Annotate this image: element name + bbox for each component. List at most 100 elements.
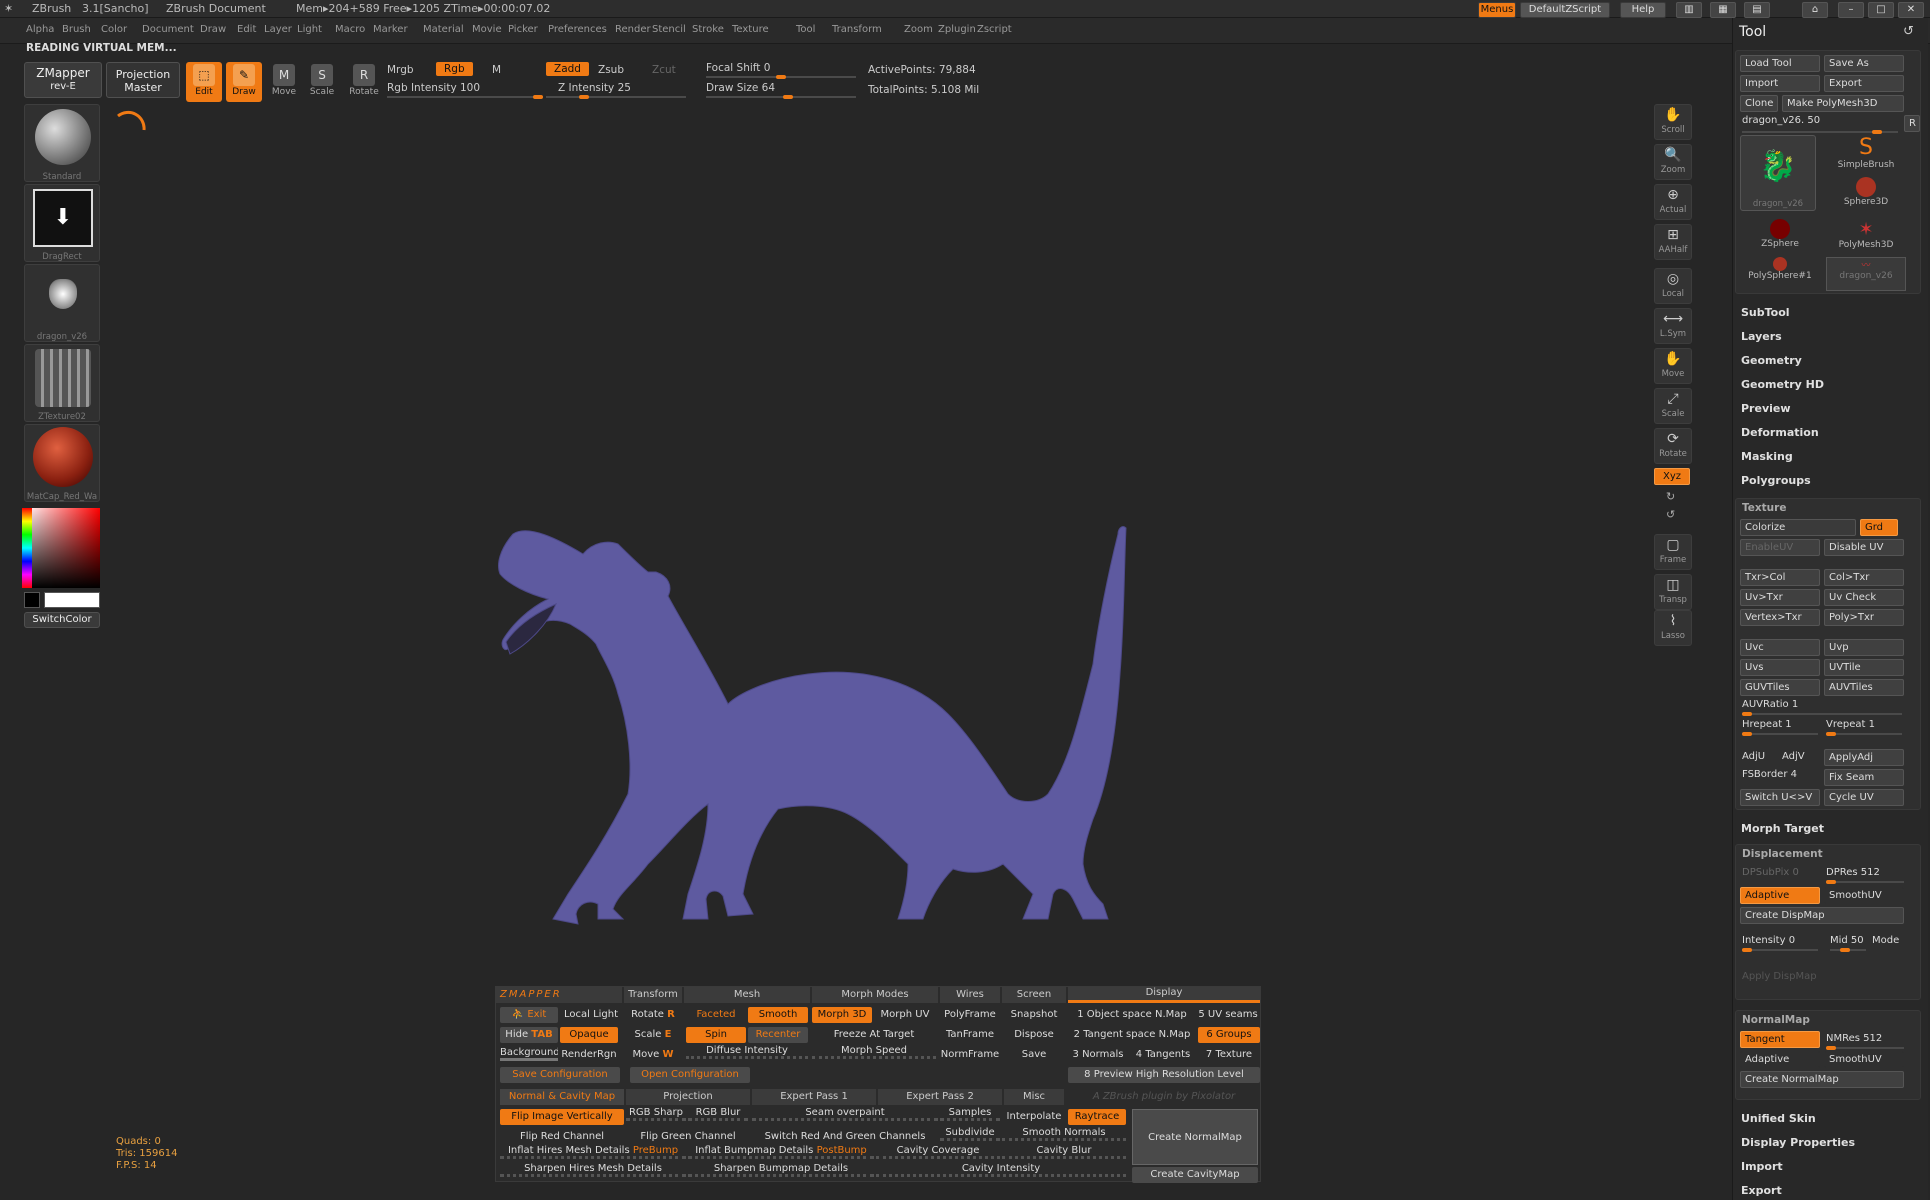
menu-layer[interactable]: Layer	[264, 24, 292, 35]
zm-groups[interactable]: 6 Groups	[1198, 1027, 1260, 1043]
view-scale-button[interactable]: ⤢ Scale	[1654, 388, 1692, 424]
lock-icon[interactable]: ⌂	[1802, 2, 1828, 18]
vrepeat-slider[interactable]	[1826, 732, 1902, 736]
view-actual-button[interactable]: ⊕ Actual	[1654, 184, 1692, 220]
zm-smooth-normals[interactable]: Smooth Normals	[1002, 1125, 1126, 1141]
poly-txr-button[interactable]: Poly>Txr	[1824, 609, 1904, 626]
minimize-icon[interactable]: –	[1838, 2, 1864, 18]
cycle-uv-button[interactable]: Cycle UV	[1824, 789, 1904, 806]
menu-alpha[interactable]: Alpha	[26, 24, 54, 35]
rgb-intensity-slider[interactable]	[387, 95, 543, 99]
section-layers[interactable]: Layers	[1741, 330, 1782, 343]
view-scroll-button[interactable]: ✋ Scroll	[1654, 104, 1692, 140]
draw-size-slider[interactable]	[706, 95, 856, 99]
menu-preferences[interactable]: Preferences	[548, 24, 607, 35]
r-button[interactable]: R	[1904, 115, 1920, 132]
menu-edit[interactable]: Edit	[237, 24, 256, 35]
zm-rgb-sharp[interactable]: RGB Sharp	[626, 1105, 686, 1121]
menu-document[interactable]: Document	[142, 24, 194, 35]
zm-open-config[interactable]: Open Configuration	[630, 1067, 750, 1083]
disp-mid-slider[interactable]	[1830, 948, 1866, 952]
edit-button[interactable]: ⬚ Edit	[186, 62, 222, 102]
material-thumbnail[interactable]: MatCap_Red_Wa	[24, 424, 100, 502]
rotate-y-icon[interactable]: ↻	[1666, 490, 1675, 503]
zm-move[interactable]: Move W	[624, 1047, 682, 1063]
import-tool-button[interactable]: Import	[1740, 75, 1820, 92]
create-dispmap-button[interactable]: Create DispMap	[1740, 907, 1904, 924]
zm-snapshot[interactable]: Snapshot	[1002, 1007, 1066, 1023]
adjv-label[interactable]: AdjV	[1782, 751, 1805, 762]
zm-tab-mesh[interactable]: Mesh	[684, 987, 810, 1003]
zm-texture[interactable]: 7 Texture	[1198, 1047, 1260, 1063]
section-polygroups[interactable]: Polygroups	[1741, 474, 1811, 487]
section-deformation[interactable]: Deformation	[1741, 426, 1819, 439]
zm-cavity-blur[interactable]: Cavity Blur	[1002, 1143, 1126, 1159]
zm-morph-uv[interactable]: Morph UV	[874, 1007, 936, 1023]
uv-txr-button[interactable]: Uv>Txr	[1740, 589, 1820, 606]
menu-zoom[interactable]: Zoom	[904, 24, 933, 35]
clone-button[interactable]: Clone	[1740, 95, 1778, 112]
zm-recenter[interactable]: Recenter	[748, 1027, 808, 1043]
uvtile-button[interactable]: UVTile	[1824, 659, 1904, 676]
zm-cavity-intensity[interactable]: Cavity Intensity	[876, 1161, 1126, 1177]
zadd-button[interactable]: Zadd	[546, 62, 589, 76]
menus-button[interactable]: Menus	[1478, 2, 1516, 18]
zm-sharpen-bumpmap[interactable]: Sharpen Bumpmap Details	[688, 1161, 874, 1177]
texture-title[interactable]: Texture	[1742, 502, 1786, 514]
disableuv-button[interactable]: Disable UV	[1824, 539, 1904, 556]
rotate-z-icon[interactable]: ↺	[1666, 508, 1675, 521]
menu-zscript[interactable]: Zscript	[977, 24, 1012, 35]
menu-stencil[interactable]: Stencil	[652, 24, 686, 35]
section-geometry[interactable]: Geometry	[1741, 354, 1802, 367]
zmapper-button[interactable]: ZMapper rev-E	[24, 62, 102, 98]
menu-texture[interactable]: Texture	[732, 24, 769, 35]
zm-rotate[interactable]: Rotate R	[624, 1007, 682, 1023]
menu-draw[interactable]: Draw	[200, 24, 226, 35]
zm-sharpen-hires[interactable]: Sharpen Hires Mesh Details	[500, 1161, 686, 1177]
zm-create-normalmap[interactable]: Create NormalMap	[1132, 1109, 1258, 1165]
auvtiles-button[interactable]: AUVTiles	[1824, 679, 1904, 696]
auvratio-slider[interactable]	[1742, 712, 1902, 716]
save-as-button[interactable]: Save As	[1824, 55, 1904, 72]
zm-local-light[interactable]: Local Light	[560, 1007, 622, 1023]
grd-button[interactable]: Grd	[1860, 519, 1898, 536]
rotate-button[interactable]: R Rotate	[346, 62, 382, 102]
zm-tab-transform[interactable]: Transform	[624, 987, 682, 1003]
zm-samples[interactable]: Samples	[940, 1105, 1000, 1121]
zm-subdivide[interactable]: Subdivide	[940, 1125, 1000, 1141]
applyadj-button[interactable]: ApplyAdj	[1824, 749, 1904, 766]
sphere3d-thumb[interactable]: Sphere3D	[1826, 177, 1906, 207]
view-frame-button[interactable]: ▢ Frame	[1654, 534, 1692, 570]
disp-mode-button[interactable]: Mode	[1872, 935, 1899, 946]
vertex-txr-button[interactable]: Vertex>Txr	[1740, 609, 1820, 626]
alpha-thumbnail[interactable]: dragon_v26	[24, 264, 100, 342]
menu-picker[interactable]: Picker	[508, 24, 538, 35]
primary-color-swatch[interactable]	[44, 592, 100, 608]
menu-color[interactable]: Color	[101, 24, 127, 35]
menu-stroke[interactable]: Stroke	[692, 24, 724, 35]
create-normalmap-button[interactable]: Create NormalMap	[1740, 1071, 1904, 1088]
dpres-slider[interactable]	[1826, 880, 1904, 884]
zm-rgb-blur[interactable]: RGB Blur	[688, 1105, 748, 1121]
texture-thumbnail[interactable]: ZTexture02	[24, 344, 100, 422]
zm-tab-morph-modes[interactable]: Morph Modes	[812, 987, 938, 1003]
secondary-color-swatch[interactable]	[24, 592, 40, 608]
disp-adaptive-button[interactable]: Adaptive	[1740, 887, 1820, 904]
uvp-button[interactable]: Uvp	[1824, 639, 1904, 656]
zm-uv-seams[interactable]: 5 UV seams	[1196, 1007, 1260, 1023]
draw-button[interactable]: ✎ Draw	[226, 62, 262, 102]
guvtiles-button[interactable]: GUVTiles	[1740, 679, 1820, 696]
dragon-small-thumb[interactable]: 〰 dragon_v26	[1826, 257, 1906, 291]
default-zscript-button[interactable]: DefaultZScript	[1520, 2, 1610, 18]
maximize-icon[interactable]: □	[1868, 2, 1894, 18]
zm-tab-screen[interactable]: Screen	[1002, 987, 1066, 1003]
zm-morph-speed[interactable]: Morph Speed	[812, 1043, 936, 1059]
apply-dispmap-button[interactable]: Apply DispMap	[1742, 971, 1817, 982]
tray-icon[interactable]: ▦	[1710, 2, 1736, 18]
morph-target-section[interactable]: Morph Target	[1741, 822, 1824, 835]
layout-icon[interactable]: ▥	[1676, 2, 1702, 18]
section-geometry-hd[interactable]: Geometry HD	[1741, 378, 1824, 391]
uv-check-button[interactable]: Uv Check	[1824, 589, 1904, 606]
zm-save[interactable]: Save	[1002, 1047, 1066, 1063]
menu-macro[interactable]: Macro	[335, 24, 365, 35]
